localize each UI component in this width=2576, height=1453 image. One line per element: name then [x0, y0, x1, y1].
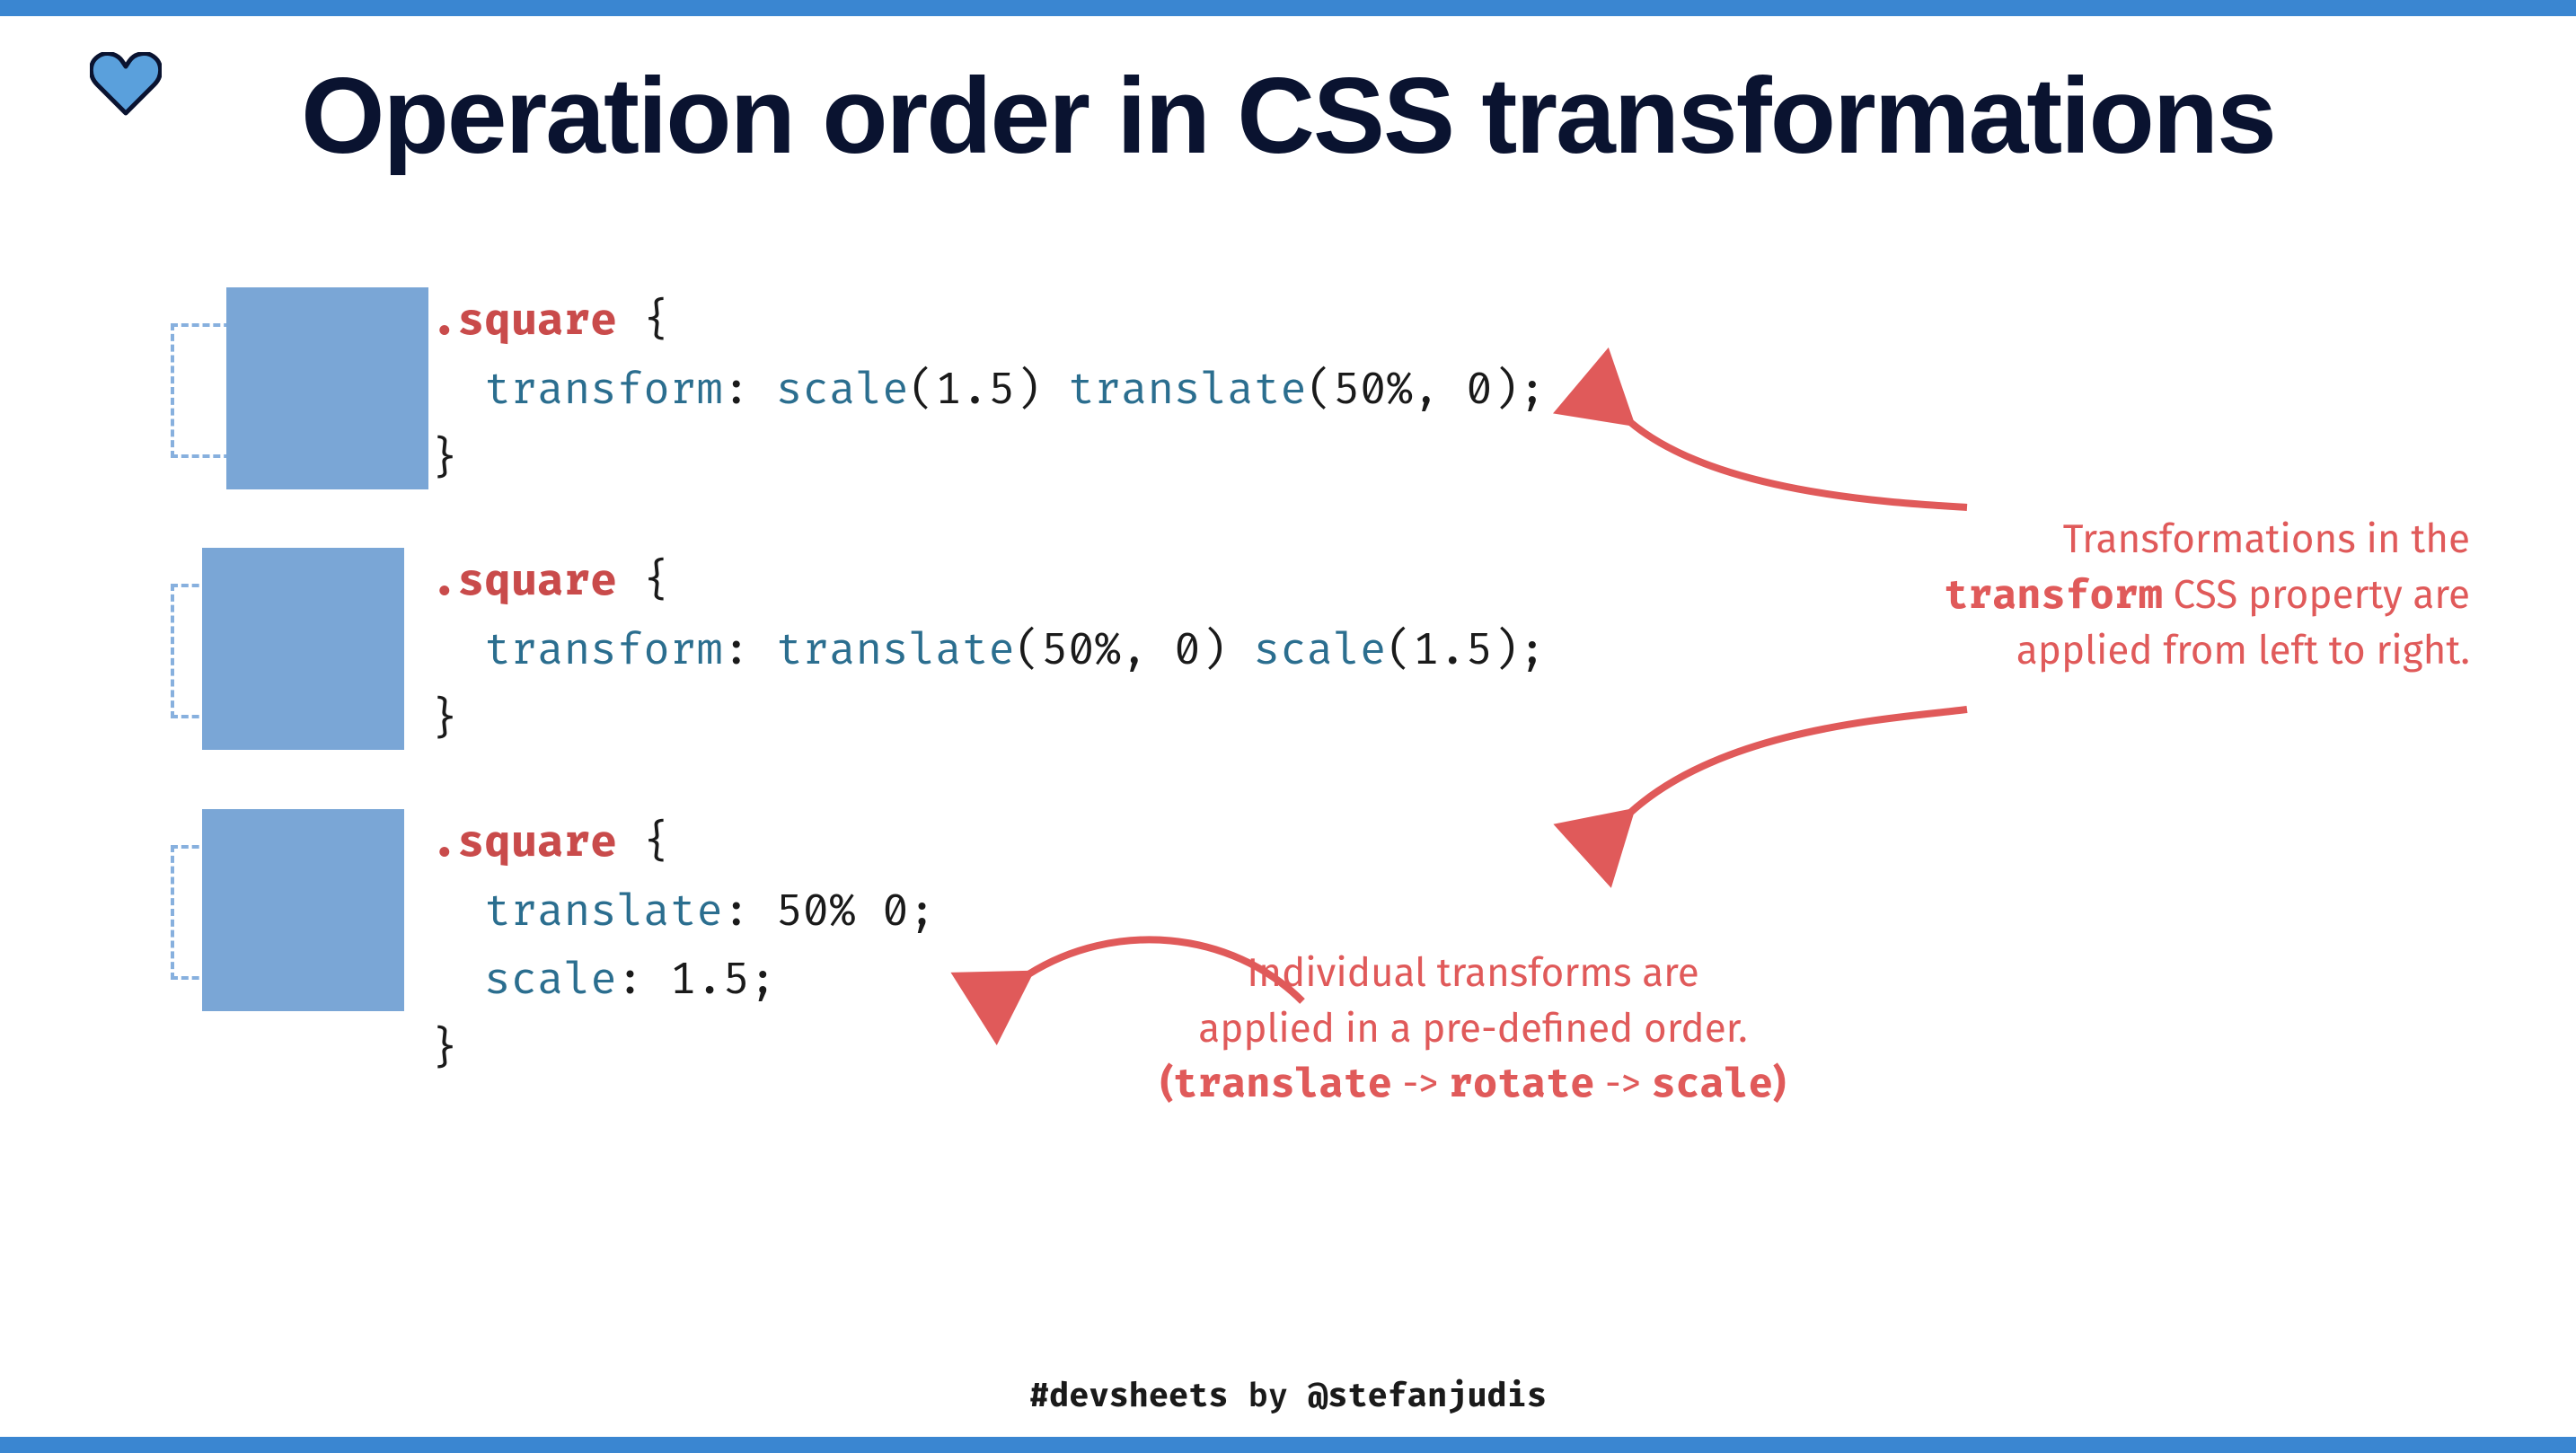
arrow-to-example-1 [1608, 368, 1985, 530]
css-property: transform [484, 364, 723, 417]
transform-diagram-2 [171, 548, 431, 754]
page-title: Operation order in CSS transformations [0, 54, 2576, 178]
css-property: transform [484, 624, 723, 677]
annotation-line: transform CSS property are [1635, 568, 2470, 624]
css-selector: .square [431, 816, 617, 869]
css-selector: .square [431, 295, 617, 348]
bottom-border-bar [0, 1437, 2576, 1453]
annotation-transform-order: Transformations in the transform CSS pro… [1635, 512, 2470, 679]
example-row: .square { transform: scale(1.5) translat… [171, 287, 1608, 494]
code-block-1: .square { transform: scale(1.5) translat… [431, 287, 1546, 494]
code-block-2: .square { transform: translate(50%, 0) s… [431, 548, 1546, 754]
top-border-bar [0, 0, 2576, 16]
annotation-order-sequence: (translate -> rotate -> scale) [1132, 1056, 1814, 1113]
transformed-box [226, 287, 428, 489]
transform-diagram-3 [171, 809, 431, 1016]
footer-hashtag: #devsheets [1029, 1378, 1229, 1417]
footer-credit: #devsheets by @stefanjudis [0, 1378, 2576, 1417]
transform-diagram-1 [171, 287, 431, 494]
css-property: translate [484, 885, 723, 938]
footer-handle: @stefanjudis [1308, 1378, 1547, 1417]
transformed-box [202, 809, 404, 1011]
css-property: scale [484, 954, 617, 1007]
annotation-line: applied from left to right. [1635, 623, 2470, 679]
arrow-to-example-2 [1608, 691, 1985, 853]
arrow-to-example-3 [1006, 907, 1311, 1015]
transformed-box [202, 548, 404, 750]
footer-by: by [1229, 1378, 1309, 1417]
code-block-3: .square { translate: 50% 0; scale: 1.5; … [431, 809, 935, 1085]
css-selector: .square [431, 555, 617, 608]
example-row: .square { transform: translate(50%, 0) s… [171, 548, 1608, 754]
